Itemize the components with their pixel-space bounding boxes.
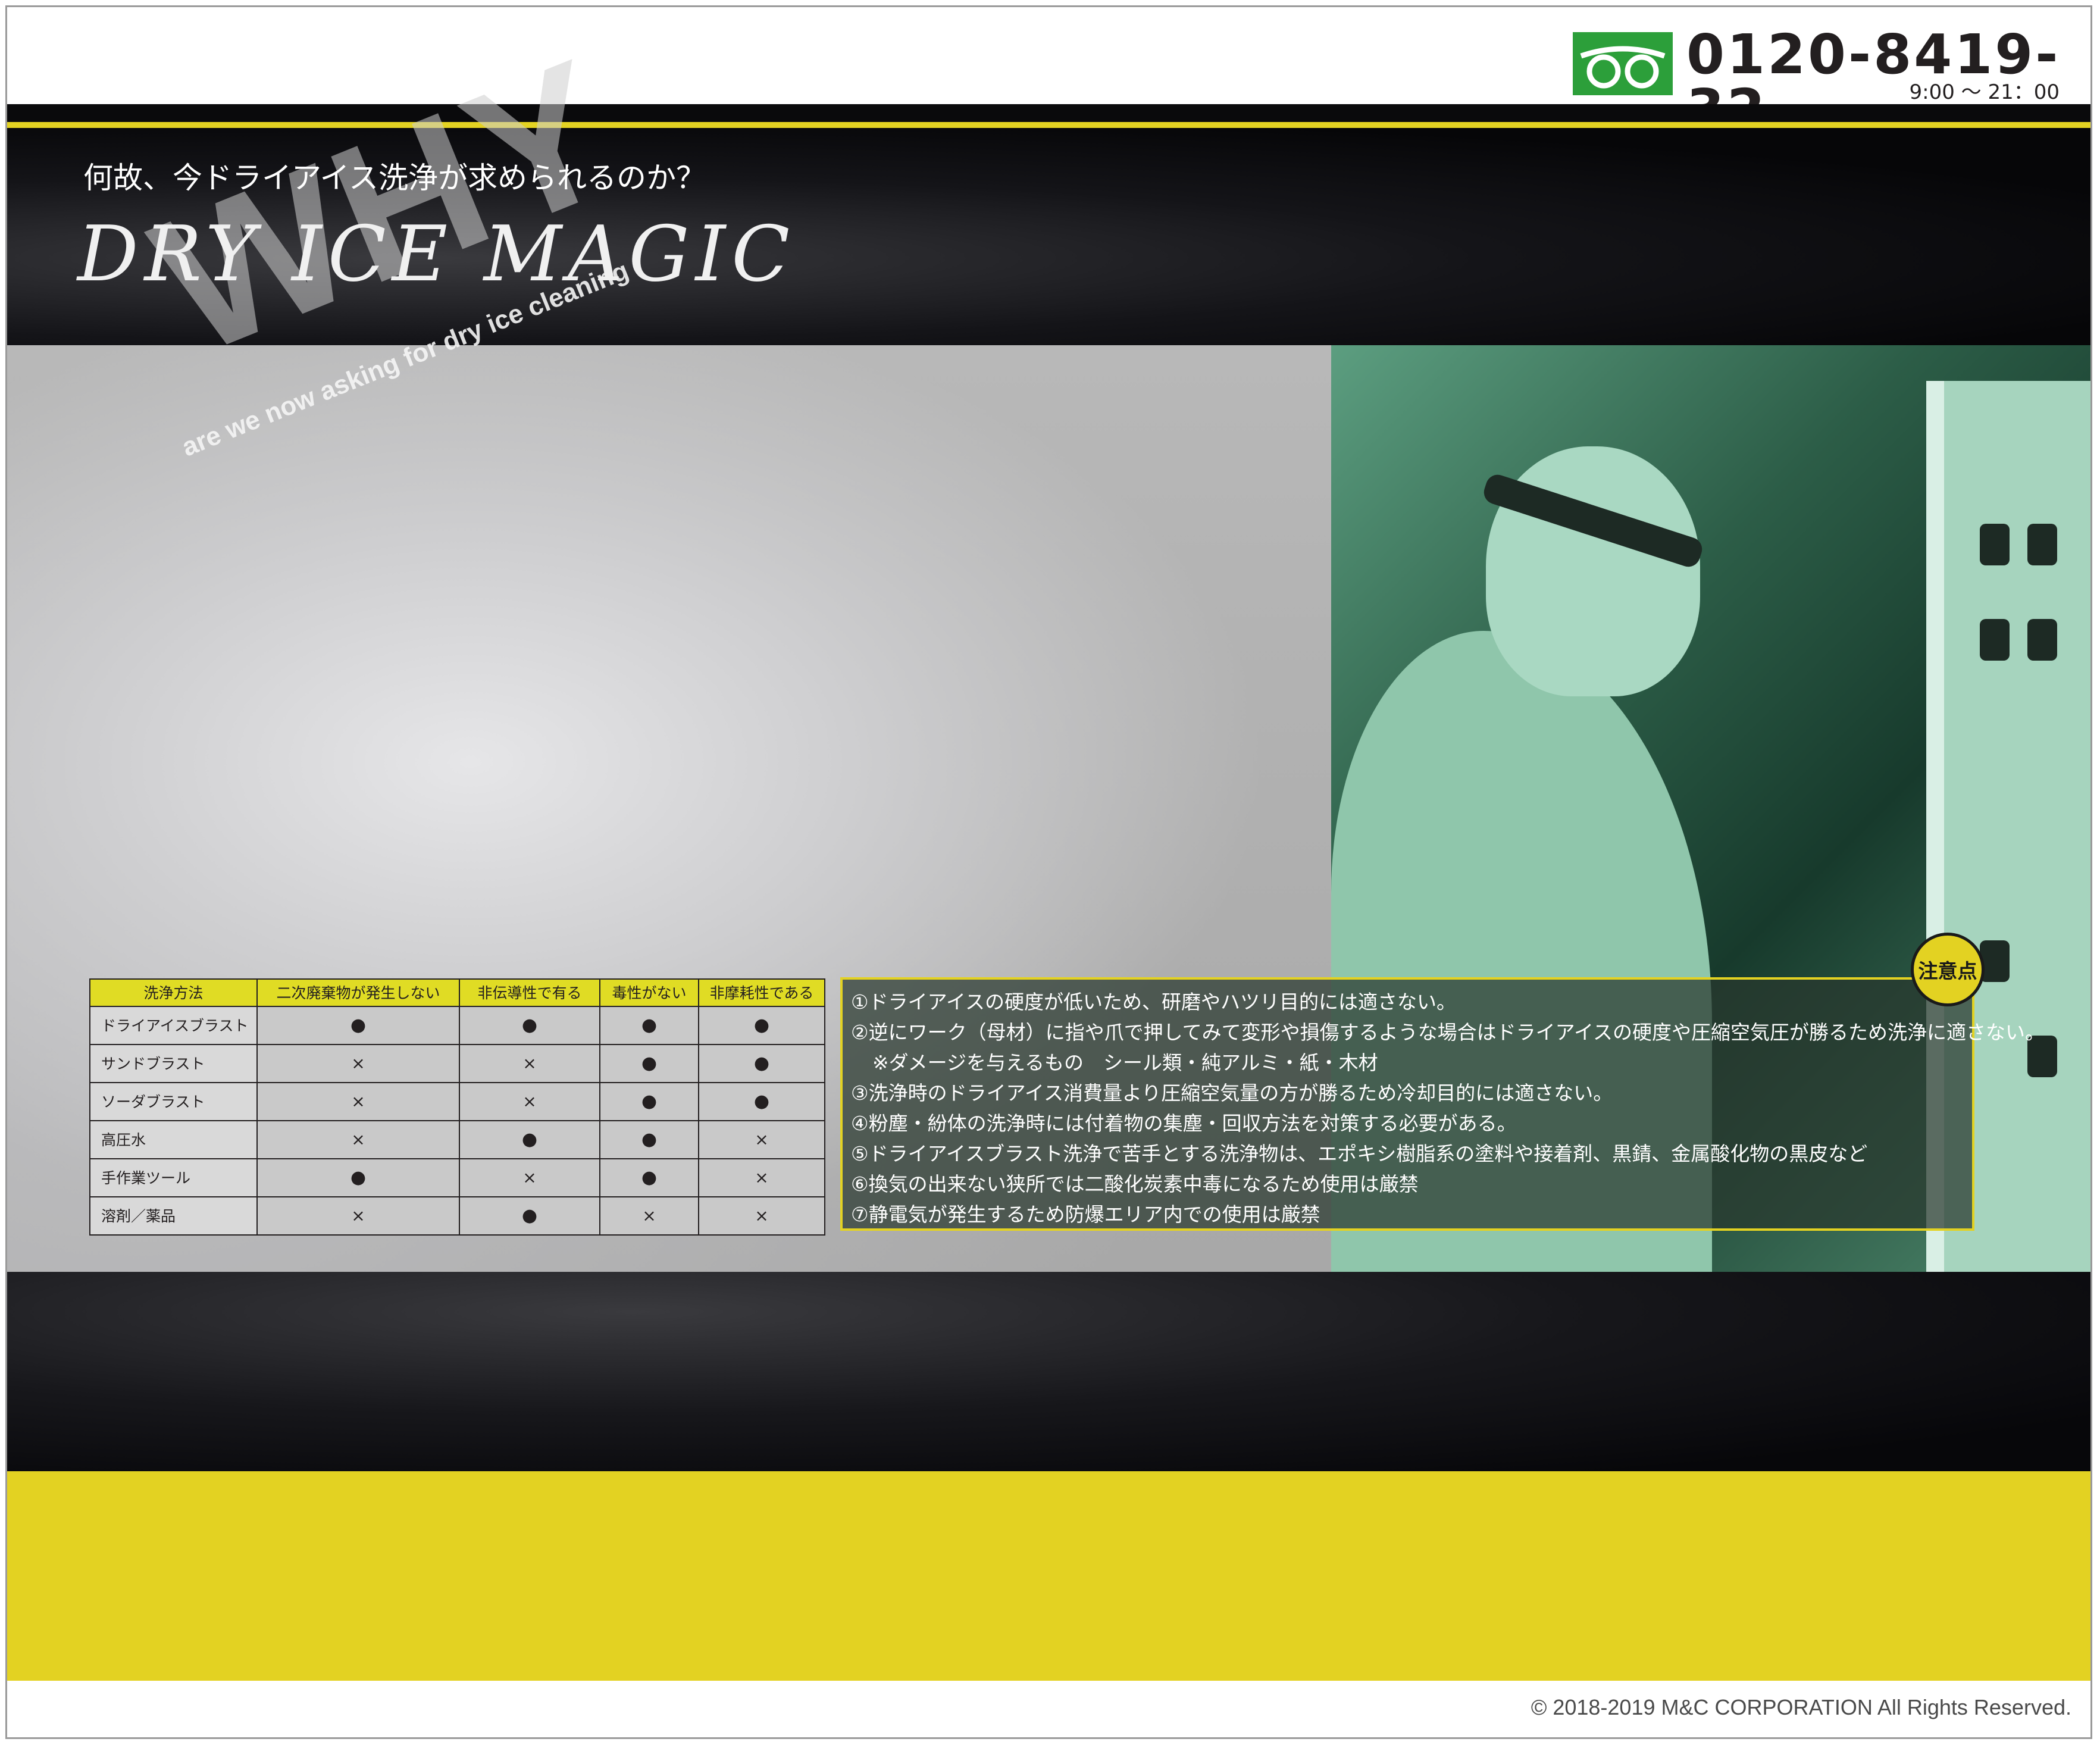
table-row: ドライアイスブラスト ● ● ● ● (89, 1006, 825, 1045)
table-mark-cell: × (599, 1196, 699, 1236)
photo-cabinet-slot (1980, 619, 2010, 661)
table-mark-cell: ● (599, 1082, 699, 1121)
table-mark-cell: ● (459, 1120, 600, 1159)
table-method-cell: 手作業ツール (89, 1158, 258, 1197)
caution-note: ⑦静電気が発生するため防爆エリア内での使用は厳禁 (851, 1203, 1320, 1226)
caution-note: ⑤ドライアイスブラスト洗浄で苦手とする洗浄物は、エポキシ樹脂系の塗料や接着剤、黒… (851, 1142, 1868, 1165)
caution-note: ⑥換気の出来ない狭所では二酸化炭素中毒になるため使用は厳禁 (851, 1172, 1419, 1196)
table-header-cell: 非伝導性で有る (459, 978, 600, 1007)
freedial-icon (1573, 32, 1673, 95)
caution-note: ※ダメージを与えるもの シール類・純アルミ・紙・木材 (872, 1051, 1378, 1074)
photo-cabinet-slot (1980, 940, 2010, 982)
smoke-band-bottom (7, 1272, 2090, 1471)
table-mark-cell: ● (256, 1158, 460, 1197)
table-mark-cell: × (256, 1044, 460, 1083)
table-mark-cell: ● (599, 1120, 699, 1159)
photo-cabinet-slot (1980, 524, 2010, 565)
table-row: 溶剤／薬品 × ● × × (89, 1196, 825, 1236)
table-mark-cell: ● (599, 1006, 699, 1045)
table-mark-cell: × (698, 1120, 825, 1159)
table-mark-cell: × (459, 1158, 600, 1197)
table-row: ソーダブラスト × × ● ● (89, 1082, 825, 1121)
photo-cabinet-slot (2027, 619, 2057, 661)
header: 0120-8419-32 9:00 ～ 21：00 (7, 7, 2090, 137)
table-row: 高圧水 × ● ● × (89, 1120, 825, 1159)
table-mark-cell: × (459, 1082, 600, 1121)
table-method-cell: ドライアイスブラスト (89, 1006, 258, 1045)
photo-cabinet-slot (2027, 524, 2057, 565)
table-mark-cell: × (698, 1196, 825, 1236)
caution-note: ①ドライアイスの硬度が低いため、研磨やハツリ目的には適さない。 (851, 990, 1456, 1014)
table-mark-cell: ● (256, 1006, 460, 1045)
table-mark-cell: × (459, 1044, 600, 1083)
comparison-table: 洗浄方法 二次廃棄物が発生しない 非伝導性で有る 毒性がない 非摩耗性である ド… (89, 978, 825, 1236)
table-header-cell: 毒性がない (599, 978, 699, 1007)
table-mark-cell: ● (698, 1006, 825, 1045)
table-mark-cell: ● (698, 1082, 825, 1121)
page-frame: 0120-8419-32 9:00 ～ 21：00 WHY are we now… (5, 5, 2092, 1739)
table-method-cell: 高圧水 (89, 1120, 258, 1159)
brand-logo: DRY ICE MAGIC (77, 210, 796, 299)
table-header-cell: 非摩耗性である (698, 978, 825, 1007)
table-header-cell: 二次廃棄物が発生しない (256, 978, 460, 1007)
table-mark-cell: × (256, 1120, 460, 1159)
table-mark-cell: ● (459, 1196, 600, 1236)
footer-yellow-band (7, 1471, 2090, 1681)
table-mark-cell: × (256, 1082, 460, 1121)
table-mark-cell: ● (599, 1044, 699, 1083)
table-row: サンドブラスト × × ● ● (89, 1044, 825, 1083)
table-mark-cell: ● (698, 1044, 825, 1083)
table-method-cell: ソーダブラスト (89, 1082, 258, 1121)
table-method-cell: サンドブラスト (89, 1044, 258, 1083)
caution-note: ②逆にワーク（母材）に指や爪で押してみて変形や損傷するような場合はドライアイスの… (851, 1021, 2045, 1044)
caution-note: ④粉塵・紛体の洗浄時には付着物の集塵・回収方法を対策する必要がある。 (851, 1112, 1517, 1135)
business-hours: 9:00 ～ 21：00 (1909, 80, 2060, 104)
caution-notes: ①ドライアイスの硬度が低いため、研磨やハツリ目的には適さない。 ②逆にワーク（母… (840, 977, 2045, 1231)
caution-badge: 注意点 (1911, 933, 1985, 1006)
copyright: © 2018-2019 M&C CORPORATION All Rights R… (1531, 1695, 2071, 1719)
table-mark-cell: ● (599, 1158, 699, 1197)
table-method-cell: 溶剤／薬品 (89, 1196, 258, 1236)
table-row: 手作業ツール ● × ● × (89, 1158, 825, 1197)
table-mark-cell: × (256, 1196, 460, 1236)
table-header-cell: 洗浄方法 (89, 978, 258, 1007)
caution-note: ③洗浄時のドライアイス消費量より圧縮空気量の方が勝るため冷却目的には適さない。 (851, 1081, 1613, 1105)
table-mark-cell: ● (459, 1006, 600, 1045)
table-mark-cell: × (698, 1158, 825, 1197)
page-title: 何故、今ドライアイス洗浄が求められるのか？ (83, 161, 706, 195)
table-header-row: 洗浄方法 二次廃棄物が発生しない 非伝導性で有る 毒性がない 非摩耗性である (89, 978, 825, 1007)
